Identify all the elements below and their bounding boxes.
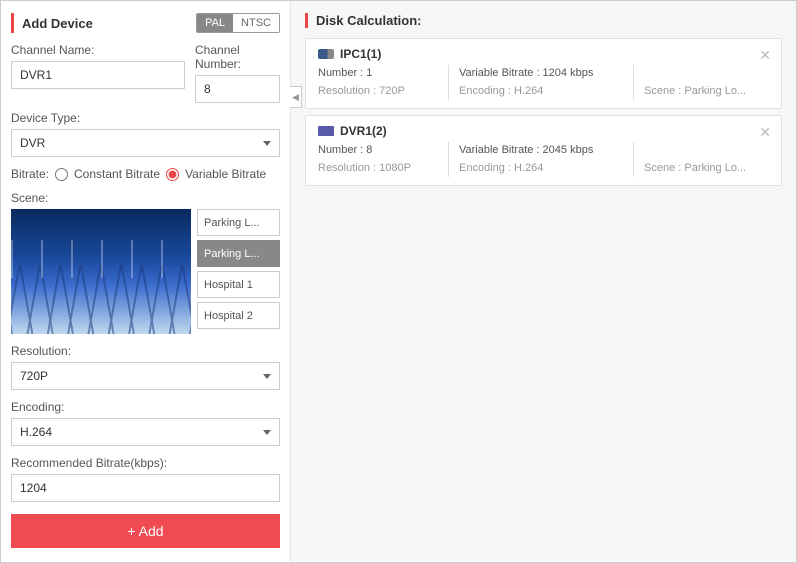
scene-preview-image (11, 209, 191, 334)
close-icon[interactable]: ✕ (759, 47, 771, 64)
encoding-select[interactable]: H.264 (11, 418, 280, 446)
close-icon[interactable]: ✕ (759, 124, 771, 141)
add-device-panel: Add Device PAL NTSC Channel Name: Channe… (1, 1, 291, 562)
device-name: IPC1(1) (340, 47, 381, 61)
device-type-select[interactable]: DVR (11, 129, 280, 157)
channel-number-label: Channel Number: (195, 43, 280, 71)
title-text: Add Device (22, 16, 93, 31)
rec-bitrate-label: Recommended Bitrate(kbps): (11, 456, 280, 470)
scene-btn-1[interactable]: Parking L... (197, 240, 280, 267)
channel-name-label: Channel Name: (11, 43, 185, 57)
bitrate-row: Bitrate: Constant Bitrate Variable Bitra… (11, 167, 280, 181)
video-standard-toggle: PAL NTSC (196, 13, 280, 33)
resolution-label: Resolution: (11, 344, 280, 358)
variable-bitrate-label: Variable Bitrate (185, 167, 266, 181)
device-list: IPC1(1) ✕ Number : 1 Variable Bitrate : … (305, 38, 782, 186)
add-button[interactable]: + Add (11, 514, 280, 548)
scene-button-list: Parking L... Parking L... Hospital 1 Hos… (197, 209, 280, 334)
device-card: IPC1(1) ✕ Number : 1 Variable Bitrate : … (305, 38, 782, 109)
device-type-label: Device Type: (11, 111, 280, 125)
device-icon (318, 126, 334, 136)
scene-btn-3[interactable]: Hospital 2 (197, 302, 280, 329)
ntsc-toggle[interactable]: NTSC (233, 14, 279, 32)
pal-toggle[interactable]: PAL (197, 14, 233, 32)
resolution-select[interactable]: 720P (11, 362, 280, 390)
constant-bitrate-label: Constant Bitrate (74, 167, 160, 181)
disk-calculation-panel: ◀ Disk Calculation: IPC1(1) ✕ Number : 1… (291, 1, 796, 562)
device-card: DVR1(2) ✕ Number : 8 Variable Bitrate : … (305, 115, 782, 186)
collapse-handle[interactable]: ◀ (290, 86, 302, 108)
encoding-label: Encoding: (11, 400, 280, 414)
channel-name-input[interactable] (11, 61, 185, 89)
add-device-title: Add Device PAL NTSC (11, 13, 280, 33)
bitrate-label: Bitrate: (11, 167, 49, 181)
scene-btn-0[interactable]: Parking L... (197, 209, 280, 236)
rec-bitrate-input[interactable] (11, 474, 280, 502)
disk-calc-title: Disk Calculation: (305, 13, 782, 28)
constant-bitrate-radio[interactable] (55, 168, 68, 181)
variable-bitrate-radio[interactable] (166, 168, 179, 181)
device-icon (318, 49, 334, 59)
scene-btn-2[interactable]: Hospital 1 (197, 271, 280, 298)
scene-label: Scene: (11, 191, 280, 205)
channel-number-input[interactable] (195, 75, 280, 103)
device-name: DVR1(2) (340, 124, 387, 138)
